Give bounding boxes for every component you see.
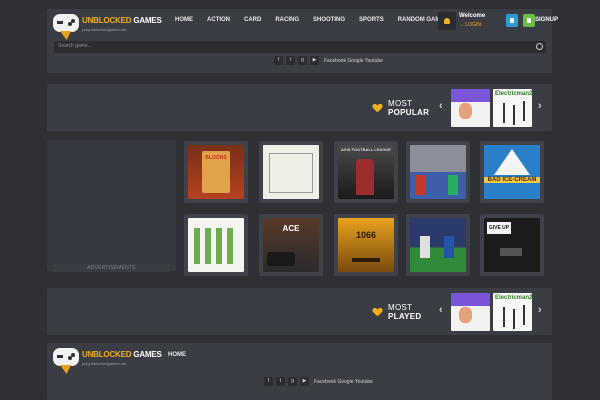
- section-title: PLAYED: [388, 312, 422, 321]
- facebook-icon[interactable]: f: [264, 377, 273, 386]
- search-bar[interactable]: Search game...: [54, 41, 546, 53]
- game-thumb-1066: 1066: [338, 218, 394, 272]
- footer-logo[interactable]: UNBLOCKED GAMES playunblockedgames.net: [53, 348, 163, 374]
- game-thumb-plants: [188, 218, 244, 272]
- game-tile[interactable]: [184, 214, 248, 276]
- logo-title: UNBLOCKED GAMES: [82, 16, 162, 25]
- logo-tagline: playunblockedgames.net: [82, 361, 127, 366]
- flame-icon: [60, 365, 71, 374]
- game-thumb-bad-ice-cream: BAD ICE-CREAM: [484, 145, 540, 199]
- game-tile[interactable]: 1066: [334, 214, 398, 276]
- game-tile[interactable]: [406, 141, 470, 203]
- welcome-text: Welcome: [459, 13, 486, 19]
- heart-icon: [373, 104, 382, 112]
- nav-action[interactable]: ACTION: [200, 17, 237, 23]
- nav-shooting[interactable]: SHOOTING: [306, 17, 352, 23]
- game-thumb-bloons: BLOONS: [188, 145, 244, 199]
- game-tile[interactable]: GIVE UP: [480, 214, 544, 276]
- game-tile[interactable]: AXIS FOOTBALL LEAGUE: [334, 141, 398, 203]
- game-thumb-soccer: [410, 218, 466, 272]
- twitter-icon[interactable]: t: [286, 56, 295, 65]
- prev-arrow-icon[interactable]: ‹: [439, 304, 443, 316]
- section-title: POPULAR: [388, 108, 430, 117]
- game-thumb-axis-football: AXIS FOOTBALL LEAGUE: [338, 145, 394, 199]
- happy-wheels-thumb[interactable]: [451, 293, 490, 331]
- game-thumb-give-up: GIVE UP: [484, 218, 540, 272]
- game-thumb-basketball: [410, 145, 466, 199]
- flame-icon: [60, 31, 71, 40]
- gamepad-icon: [53, 348, 79, 366]
- ad-box: [47, 140, 176, 271]
- prev-arrow-icon[interactable]: ‹: [439, 100, 443, 112]
- social-text: Facebook Google Youtube: [314, 378, 373, 385]
- game-tile[interactable]: ACE: [259, 214, 323, 276]
- social-text: Facebook Google Youtube: [324, 57, 383, 64]
- google-icon[interactable]: g: [298, 56, 307, 65]
- site-logo[interactable]: UNBLOCKED GAMES playunblockedgames.net: [53, 14, 163, 40]
- user-icon: [444, 18, 450, 24]
- facebook-icon[interactable]: f: [274, 56, 283, 65]
- next-arrow-icon[interactable]: ›: [538, 304, 542, 316]
- electricman2-thumb[interactable]: Electricman2: [493, 293, 532, 331]
- section-label: MOST: [388, 303, 413, 312]
- game-tile[interactable]: BLOONS: [184, 141, 248, 203]
- youtube-icon[interactable]: ▶: [310, 56, 319, 65]
- nav-sports[interactable]: SPORTS: [352, 17, 391, 23]
- game-tile[interactable]: BAD ICE-CREAM: [480, 141, 544, 203]
- footer-nav-home[interactable]: HOME: [168, 352, 186, 358]
- game-thumb-learn-to-fly: [263, 145, 319, 199]
- happy-wheels-thumb[interactable]: [451, 89, 490, 127]
- site-footer: UNBLOCKED GAMES playunblockedgames.net H…: [47, 343, 552, 400]
- heart-icon: [373, 308, 382, 316]
- footer-social-links: f t g ▶ Facebook Google Youtube: [264, 377, 373, 386]
- ad-label: ADVERTISEMENTS: [53, 264, 170, 272]
- main-nav: HOME ACTION CARD RACING SHOOTING SPORTS …: [168, 17, 451, 23]
- site-header: UNBLOCKED GAMES playunblockedgames.net H…: [47, 9, 558, 73]
- logo-tagline: playunblockedgames.net: [82, 27, 127, 32]
- game-thumb-ace-gangster: ACE: [263, 218, 319, 272]
- electricman2-thumb[interactable]: Electricman2: [493, 89, 532, 127]
- logo-title: UNBLOCKED GAMES: [82, 350, 162, 359]
- search-icon[interactable]: [536, 43, 543, 50]
- nav-home[interactable]: HOME: [168, 17, 200, 23]
- user-avatar-button[interactable]: [438, 12, 456, 30]
- signup-link[interactable]: SIGNUP: [535, 17, 558, 23]
- twitter-icon[interactable]: t: [276, 377, 285, 386]
- nav-card[interactable]: CARD: [237, 17, 268, 23]
- most-popular-section: MOST POPULAR ‹ Electricman2 ›: [47, 84, 552, 131]
- next-arrow-icon[interactable]: ›: [538, 100, 542, 112]
- login-button[interactable]: [506, 14, 518, 27]
- login-link[interactable]: → LOGIN: [459, 22, 481, 28]
- section-label: MOST: [388, 99, 413, 108]
- gamepad-icon: [53, 14, 79, 32]
- nav-racing[interactable]: RACING: [268, 17, 306, 23]
- game-tile[interactable]: [406, 214, 470, 276]
- social-links: f t g ▶ Facebook Google Youtube: [274, 56, 383, 65]
- google-icon[interactable]: g: [288, 377, 297, 386]
- most-played-section: MOST PLAYED ‹ Electricman2 ›: [47, 288, 552, 335]
- youtube-icon[interactable]: ▶: [300, 377, 309, 386]
- game-tile[interactable]: [259, 141, 323, 203]
- signup-icon-button[interactable]: [523, 14, 535, 27]
- search-input[interactable]: Search game...: [58, 43, 92, 49]
